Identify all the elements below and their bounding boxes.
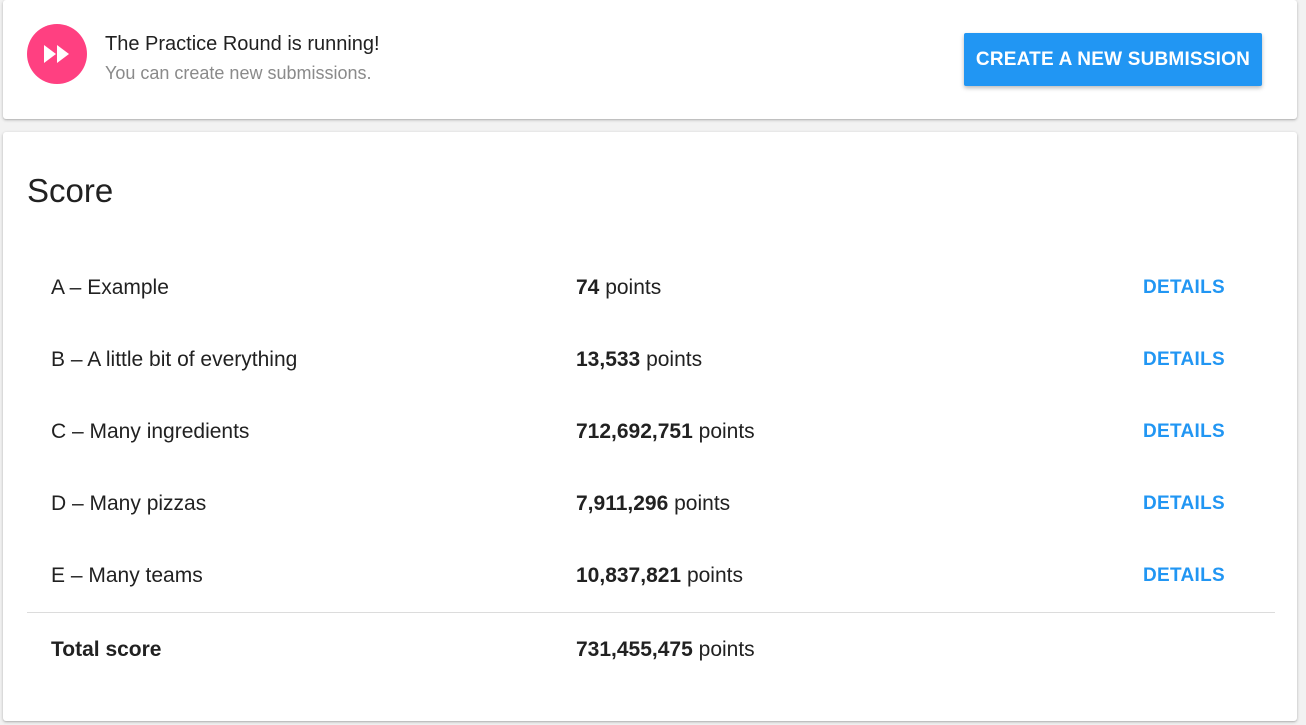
points-unit: points bbox=[698, 638, 755, 661]
banner-text: The Practice Round is running! You can c… bbox=[105, 32, 380, 85]
total-score-label: Total score bbox=[51, 638, 162, 661]
details-link-c[interactable]: DETAILS bbox=[1143, 396, 1225, 468]
total-score-row: Total score 731,455,475 points bbox=[27, 614, 1275, 686]
total-divider bbox=[27, 612, 1275, 613]
dataset-points: 7,911,296 points bbox=[576, 468, 730, 540]
details-link-b[interactable]: DETAILS bbox=[1143, 324, 1225, 396]
dataset-points: 712,692,751 points bbox=[576, 396, 755, 468]
dataset-name: C – Many ingredients bbox=[51, 420, 250, 443]
details-link-a[interactable]: DETAILS bbox=[1143, 252, 1225, 324]
score-title: Score bbox=[27, 172, 114, 209]
dataset-name: E – Many teams bbox=[51, 564, 203, 587]
dataset-points: 74 points bbox=[576, 252, 661, 324]
total-score-value: 731,455,475 bbox=[576, 638, 693, 661]
points-value: 10,837,821 bbox=[576, 564, 682, 587]
points-unit: points bbox=[605, 276, 662, 299]
points-value: 7,911,296 bbox=[576, 492, 669, 515]
points-value: 712,692,751 bbox=[576, 420, 693, 443]
create-submission-button[interactable]: CREATE A NEW SUBMISSION bbox=[964, 33, 1262, 86]
dataset-points: 13,533 points bbox=[576, 324, 702, 396]
details-link-d[interactable]: DETAILS bbox=[1143, 468, 1225, 540]
details-link-e[interactable]: DETAILS bbox=[1143, 540, 1225, 612]
round-status-banner: The Practice Round is running! You can c… bbox=[3, 0, 1297, 119]
points-unit: points bbox=[646, 348, 703, 371]
score-row: E – Many teams 10,837,821 points DETAILS bbox=[27, 540, 1275, 612]
points-value: 74 bbox=[576, 276, 600, 299]
points-unit: points bbox=[674, 492, 731, 515]
fast-forward-icon bbox=[27, 24, 87, 84]
dataset-points: 10,837,821 points bbox=[576, 540, 743, 612]
dataset-name: B – A little bit of everything bbox=[51, 348, 298, 371]
points-value: 13,533 bbox=[576, 348, 641, 371]
score-row: B – A little bit of everything 13,533 po… bbox=[27, 324, 1275, 396]
total-score-points: 731,455,475 points bbox=[576, 614, 755, 686]
score-row: D – Many pizzas 7,911,296 points DETAILS bbox=[27, 468, 1275, 540]
banner-title: The Practice Round is running! bbox=[105, 33, 380, 55]
banner-subtitle: You can create new submissions. bbox=[105, 63, 372, 83]
score-row: C – Many ingredients 712,692,751 points … bbox=[27, 396, 1275, 468]
score-row: A – Example 74 points DETAILS bbox=[27, 252, 1275, 324]
points-unit: points bbox=[698, 420, 755, 443]
points-unit: points bbox=[686, 564, 743, 587]
score-card: Score A – Example 74 points DETAILS B – … bbox=[3, 132, 1297, 721]
dataset-name: D – Many pizzas bbox=[51, 492, 207, 515]
dataset-name: A – Example bbox=[51, 276, 169, 299]
